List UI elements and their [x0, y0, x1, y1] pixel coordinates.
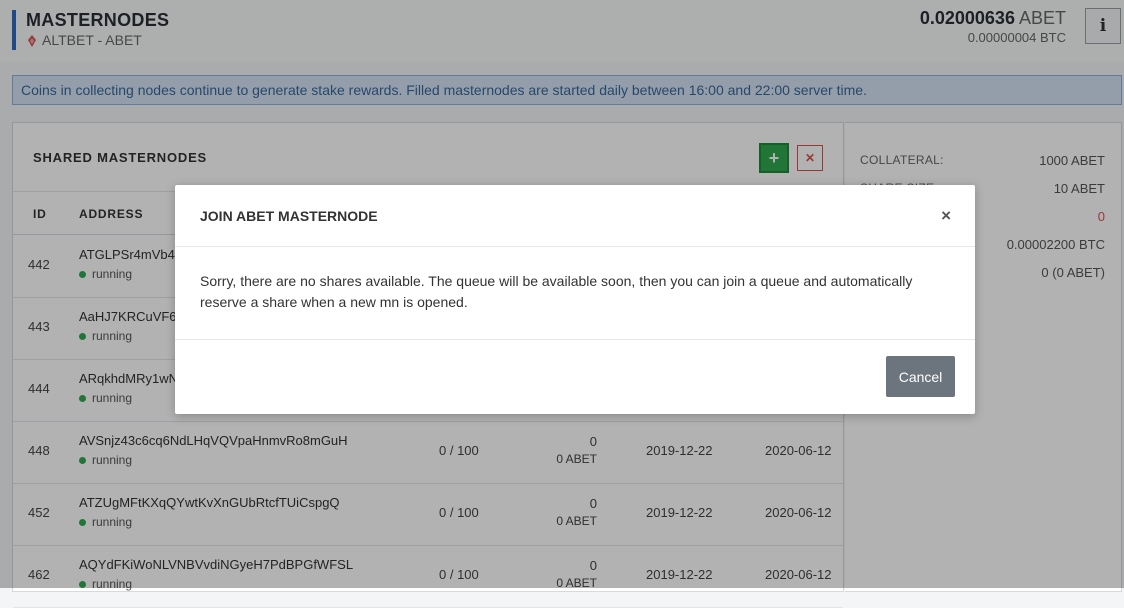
modal-header: JOIN ABET MASTERNODE × [175, 185, 975, 247]
close-icon[interactable]: × [941, 206, 951, 226]
join-masternode-modal: JOIN ABET MASTERNODE × Sorry, there are … [175, 185, 975, 414]
cancel-button[interactable]: Cancel [886, 356, 955, 397]
modal-footer-divider [175, 339, 975, 340]
modal-title: JOIN ABET MASTERNODE [200, 208, 378, 224]
modal-message: Sorry, there are no shares available. Th… [200, 273, 913, 310]
